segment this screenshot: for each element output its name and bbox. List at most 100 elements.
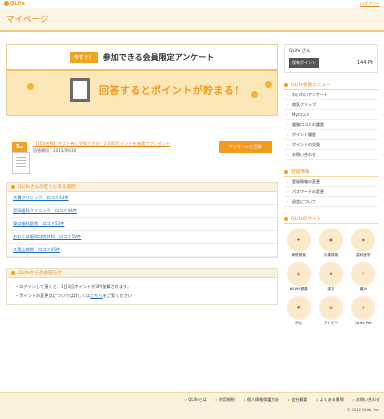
coin-icon — [251, 91, 258, 98]
clinic-list: 大橋クリニック 口コミ43件 宮岡歯科クリニック 口コミ44件 東口歯科医院 口… — [7, 192, 277, 257]
account-name: QLife さん — [289, 49, 311, 54]
registration-list: 登録情報の変更 パスワードの変更 退会について — [284, 177, 378, 207]
points-amount: 144 Pt — [357, 60, 373, 66]
site-label: NEWS健康 — [289, 287, 308, 291]
site-link[interactable]: ♥ がん — [284, 296, 313, 326]
clinic-link[interactable]: おおくぼ歯科口腔外科 口コミ59件 — [13, 234, 81, 240]
notice-item: ・ログインして頂くと、1日1回ポイントが3P(加算されます。 — [15, 284, 132, 289]
offer-deadline: 回答締切：2015/09/30 — [33, 147, 77, 153]
site-link[interactable]: ❀ 漢方 — [316, 262, 345, 292]
site-label: お薬検索 — [323, 253, 339, 257]
list-item: 東口歯科医院 口コミ53件 — [7, 218, 277, 231]
hospital-icon: ✚ — [286, 228, 311, 252]
footer-link[interactable]: 個人情報保護方針 — [244, 397, 279, 403]
points-number: 144 — [356, 60, 367, 66]
qlife-icon — [284, 217, 288, 221]
footer: QLifeとは 利用規約 個人情報保護方針 会社概要 よくある質問 お問い合わせ… — [0, 392, 384, 419]
site-label: QLife Pet — [355, 321, 372, 325]
menu-item[interactable]: ポイント履歴 — [284, 130, 378, 140]
member-menu-heading: QLife会員メニュー — [284, 81, 378, 90]
page-title-bar: マイページ — [0, 8, 384, 32]
footer-link[interactable]: QLifeとは — [185, 397, 206, 403]
site-link[interactable]: ✦ QLife Pet — [349, 296, 378, 326]
site-grid: ✚ 病院検索 ● お薬検索 ◆ 歯科医学 ▤ NEWS健康 ❀ 漢方 ⚡ 痛み ♥ がん ✿ ア… — [284, 228, 378, 326]
site-link[interactable]: ● お薬検索 — [316, 228, 345, 258]
clinic-link[interactable]: 大橋クリニック 口コミ43件 — [13, 195, 69, 201]
menu-item[interactable]: 優勝口コミの履歴 — [284, 120, 378, 130]
coin-icon — [265, 81, 272, 88]
menu-item[interactable]: 病気クリップ — [284, 100, 378, 110]
clinic-link[interactable]: 宮岡歯科クリニック 口コミ44件 — [13, 208, 77, 214]
answer-survey-button[interactable]: アンケートに回答 — [218, 141, 272, 153]
banner-title: 参加できる会員限定アンケート — [102, 52, 215, 62]
qlife-sites: QLifeのサイト ✚ 病院検索 ● お薬検索 ◆ 歯科医学 ▤ NEWS健康 ❀ 漢方 … — [284, 215, 378, 326]
notice-panel: QLifeからのお知らせ ・ログインして頂くと、1日1回ポイントが3P(加算され… — [6, 268, 278, 305]
menu-item[interactable]: My口コミ — [284, 110, 378, 120]
site-label: 漢方 — [327, 287, 335, 291]
logout-link[interactable]: ログアウト — [360, 1, 380, 7]
survey-banner[interactable]: 今すぐ！ 参加できる会員限定アンケート 回答するとポイントが貯まる！ — [6, 44, 278, 116]
survey-offer: 5pt 【100名様】ギフト券に交換できる！2,000ポイントを抽選でプレゼント… — [6, 126, 278, 168]
points-badge: 5pt — [12, 142, 28, 152]
notice-details-link[interactable]: こちら — [90, 293, 103, 298]
banner-header: 今すぐ！ 参加できる会員限定アンケート — [7, 45, 277, 71]
nearby-clinics-title: QLifeさんの近くにある病院 — [18, 185, 76, 190]
site-label: 病院検索 — [291, 253, 306, 257]
now-badge: 今すぐ！ — [69, 51, 98, 63]
pencil-icon — [284, 170, 288, 174]
news-icon: ▤ — [286, 262, 311, 286]
info-icon — [11, 185, 15, 189]
atopy-icon: ✿ — [318, 296, 343, 320]
menu-item[interactable]: わいわいアンケート — [284, 90, 378, 100]
site-label: がん — [295, 321, 303, 325]
qlife-logo[interactable]: QLife — [4, 1, 25, 7]
clipboard-icon — [70, 78, 90, 102]
clinic-link[interactable]: 久我山病院 口コミ45件 — [13, 247, 60, 253]
site-link[interactable]: ✚ 病院検索 — [284, 228, 313, 258]
list-item: 宮岡歯科クリニック 口コミ44件 — [7, 205, 277, 218]
sidebar: QLife さん 保有ポイント 144 Pt QLife会員メニュー わいわいア… — [284, 44, 378, 326]
points-label: 保有ポイント — [289, 58, 319, 68]
dental-icon: ◆ — [351, 228, 376, 252]
page-title: マイページ — [6, 15, 49, 25]
sites-heading: QLifeのサイト — [284, 215, 378, 224]
member-menu-list: わいわいアンケート 病気クリップ My口コミ 優勝口コミの履歴 ポイント履歴 ポ… — [284, 90, 378, 160]
menu-item[interactable]: 登録情報の変更 — [284, 177, 378, 187]
user-icon — [284, 83, 288, 87]
registration-heading: 登録情報 — [284, 168, 378, 177]
banner-subtitle: 回答するとポイントが貯まる！ — [99, 86, 245, 97]
copyright: © 2015 QLife, Inc. — [346, 408, 380, 412]
footer-link[interactable]: 利用規約 — [216, 397, 235, 403]
member-menu: QLife会員メニュー わいわいアンケート 病気クリップ My口コミ 優勝口コミ… — [284, 81, 378, 160]
main-column: 今すぐ！ 参加できる会員限定アンケート 回答するとポイントが貯まる！ 5pt 【… — [6, 44, 278, 305]
clinic-link[interactable]: 東口歯科医院 口コミ53件 — [13, 221, 64, 227]
footer-link[interactable]: よくある質問 — [316, 397, 344, 403]
menu-item[interactable]: 退会について — [284, 197, 378, 207]
site-link[interactable]: ▤ NEWS健康 — [284, 262, 313, 292]
account-card: QLife さん 保有ポイント 144 Pt — [284, 44, 378, 73]
list-item: 久我山病院 口コミ45件 — [7, 244, 277, 257]
kampo-icon: ❀ — [318, 262, 343, 286]
member-menu-title: QLife会員メニュー — [291, 83, 331, 88]
notice-text: ・ポイントの変更点については詳しくは — [15, 293, 91, 298]
home-icon — [11, 271, 15, 275]
cancer-icon: ♥ — [286, 296, 311, 320]
footer-link[interactable]: お問い合わせ — [353, 397, 380, 403]
site-link[interactable]: ⚡ 痛み — [349, 262, 378, 292]
site-link[interactable]: ✿ アトピー — [316, 296, 345, 326]
footer-link[interactable]: 会社概要 — [288, 397, 307, 403]
registration-title: 登録情報 — [291, 170, 310, 175]
sites-title: QLifeのサイト — [291, 217, 322, 222]
list-item: おおくぼ歯科口腔外科 口コミ59件 — [7, 231, 277, 244]
menu-item[interactable]: お問い合わせ — [284, 150, 378, 160]
notice-title: QLifeからのお知らせ — [18, 271, 62, 276]
logo-text: QLife — [10, 0, 25, 7]
menu-item[interactable]: パスワードの変更 — [284, 187, 378, 197]
site-link[interactable]: ◆ 歯科医学 — [349, 228, 378, 258]
notice-list: ・ログインして頂くと、1日1回ポイントが3P(加算されます。 ・ポイントの変更点… — [7, 278, 277, 304]
survey-thumbnail — [12, 152, 30, 174]
site-label: 痛み — [359, 287, 367, 291]
offer-title-link[interactable]: 【100名様】ギフト券に交換できる！2,000ポイントを抽選でプレゼント — [33, 141, 170, 146]
menu-item[interactable]: ポイントの交換 — [284, 140, 378, 150]
logo-mark-icon — [4, 1, 9, 6]
